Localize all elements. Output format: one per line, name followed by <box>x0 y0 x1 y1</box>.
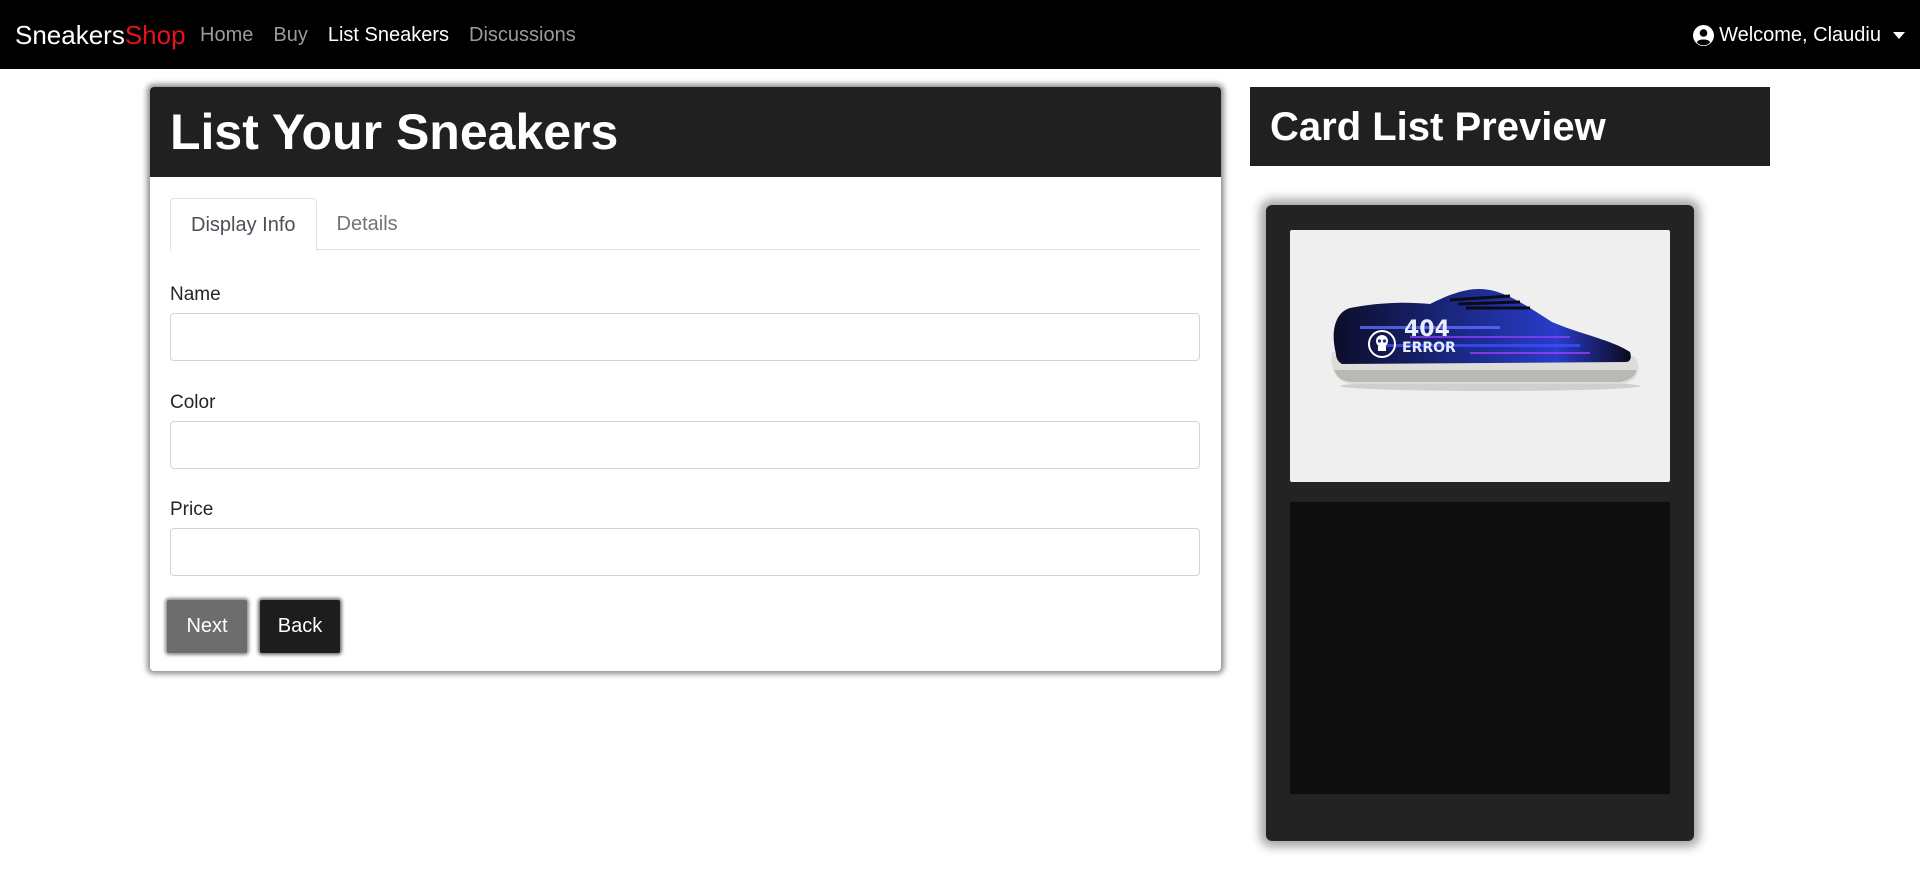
nav-link-discussions[interactable]: Discussions <box>469 22 576 48</box>
color-input[interactable] <box>170 421 1200 469</box>
form-header: List Your Sneakers <box>150 87 1221 177</box>
preview-card[interactable]: 404 ERROR <box>1266 205 1694 841</box>
price-label: Price <box>170 499 214 520</box>
name-label: Name <box>170 284 221 305</box>
shoe-print-404: 404 <box>1404 317 1450 342</box>
caret-down-icon <box>1893 31 1905 39</box>
name-field-group: Name <box>170 283 1200 361</box>
nav-link-list-sneakers[interactable]: List Sneakers <box>328 22 449 48</box>
back-button[interactable]: Back <box>260 600 340 653</box>
nav-links: Home Buy List Sneakers Discussions <box>200 22 596 48</box>
user-welcome-label: Welcome, Claudiu <box>1719 24 1881 46</box>
next-button[interactable]: Next <box>167 600 247 653</box>
user-circle-icon <box>1693 24 1715 46</box>
price-input[interactable] <box>170 528 1200 576</box>
brand-primary: Sneakers <box>15 20 125 50</box>
sneaker-404-error-image: 404 ERROR <box>1290 230 1670 482</box>
nav-link-home[interactable]: Home <box>200 22 253 48</box>
tab-display-info[interactable]: Display Info <box>170 198 317 251</box>
color-label: Color <box>170 392 216 413</box>
preview-card-body <box>1290 502 1670 794</box>
tab-details[interactable]: Details <box>317 198 418 250</box>
brand-accent: Shop <box>124 20 186 50</box>
nav-link-buy[interactable]: Buy <box>273 22 307 48</box>
name-input[interactable] <box>170 313 1200 361</box>
list-sneakers-form-card: List Your Sneakers Display Info Details … <box>150 87 1221 671</box>
price-field-group: Price <box>170 498 1200 576</box>
page-title: List Your Sneakers <box>170 104 619 160</box>
color-field-group: Color <box>170 391 1200 469</box>
shoe-print-error: ERROR <box>1402 340 1456 356</box>
form-tabs: Display Info Details <box>170 198 1200 251</box>
brand-logo[interactable]: SneakersShop <box>15 18 186 52</box>
preview-title: Card List Preview <box>1270 104 1606 149</box>
user-menu-dropdown[interactable]: Welcome, Claudiu <box>1693 22 1905 48</box>
preview-header: Card List Preview <box>1250 87 1770 166</box>
top-navbar: SneakersShop Home Buy List Sneakers Disc… <box>0 0 1920 69</box>
